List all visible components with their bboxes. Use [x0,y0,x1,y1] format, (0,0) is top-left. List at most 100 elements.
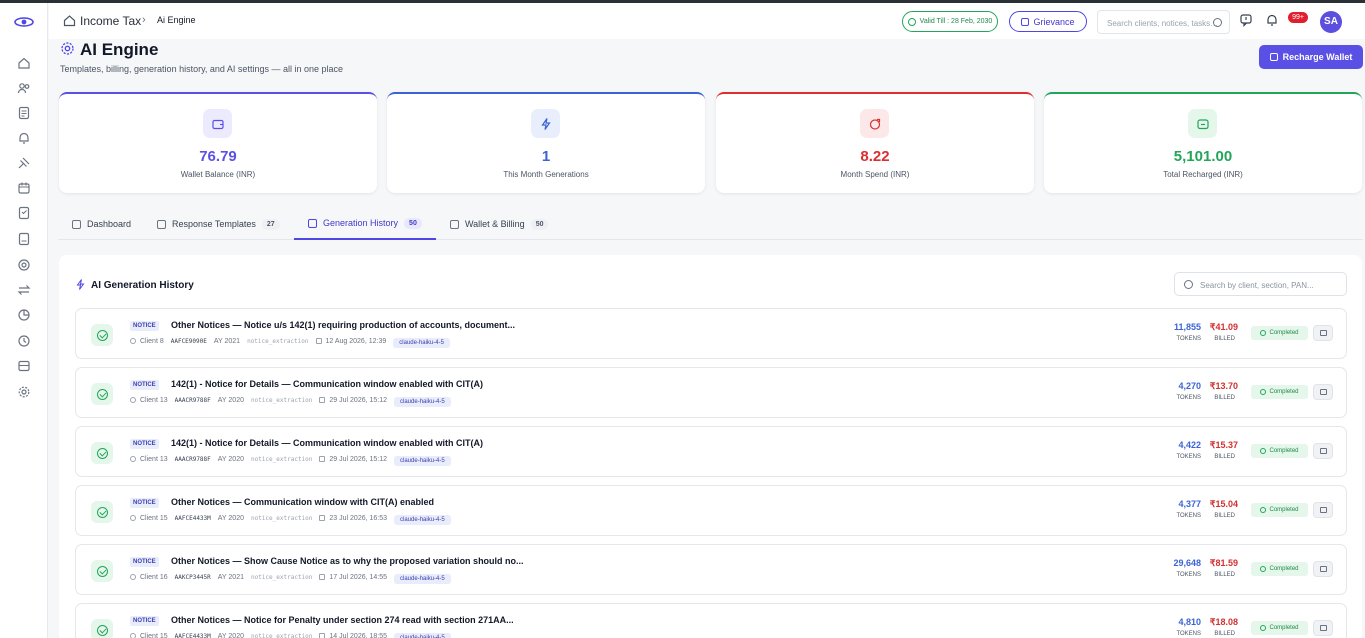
history-row[interactable]: NOTICE Other Notices — Notice u/s 142(1)… [75,308,1347,359]
sidebar-notes-icon[interactable] [14,203,34,223]
row-model-badge: claude-haiku-4-5 [393,337,450,348]
grievance-button[interactable]: Grievance [1009,11,1087,32]
view-details-button[interactable] [1313,443,1333,459]
row-billed-label: BILLED [1214,454,1235,460]
user-avatar[interactable]: SA [1320,11,1342,33]
row-date: 29 Jul 2026, 15:12 [329,396,388,404]
view-details-button[interactable] [1313,561,1333,577]
feedback-icon[interactable] [1239,13,1253,27]
sidebar-home-icon[interactable] [14,53,34,73]
status-badge: Completed [1251,621,1308,635]
history-row[interactable]: NOTICE Other Notices — Notice for Penalt… [75,603,1347,638]
success-check-icon [91,324,113,346]
sidebar-transfer-icon[interactable] [14,280,34,300]
view-details-button[interactable] [1313,325,1333,341]
status-label: Completed [1269,507,1299,513]
search-icon [1184,280,1193,289]
history-row[interactable]: NOTICE Other Notices — Communication win… [75,485,1347,536]
tab-response-templates[interactable]: Response Templates 27 [157,208,280,240]
sidebar-gavel-icon[interactable] [14,153,34,173]
sidebar-clock-icon[interactable] [14,331,34,351]
row-model-badge: claude-haiku-4-5 [394,514,451,525]
row-section: notice_extraction [250,514,313,522]
row-model-badge: claude-haiku-4-5 [394,396,451,407]
row-client: Client 15 [140,632,168,638]
stat-card-month-generations: 1 This Month Generations [387,92,705,193]
notice-tag: NOTICE [130,557,159,567]
view-details-button[interactable] [1313,384,1333,400]
sidebar-inbox-icon[interactable] [14,356,34,376]
row-billed-label: BILLED [1214,572,1235,578]
global-search-input[interactable]: Search clients, notices, tasks… [1097,10,1230,34]
check-circle-icon [1260,389,1267,395]
recharge-wallet-button[interactable]: Recharge Wallet [1259,45,1363,69]
sidebar-bell-icon[interactable] [14,128,34,148]
breadcrumb-separator: › [142,14,146,26]
row-title: Other Notices — Show Cause Notice as to … [171,556,524,566]
lightning-icon [308,218,317,228]
calendar-icon [319,633,326,638]
view-details-button[interactable] [1313,620,1333,636]
notification-count-badge: 99+ [1288,12,1308,23]
row-meta: Client 15 AAFCE4433M AY 2020 notice_extr… [130,631,451,638]
stat-label: Month Spend (INR) [840,170,910,179]
sidebar-calendar-icon[interactable] [14,178,34,198]
breadcrumb-income-tax[interactable]: Income Tax [80,14,141,28]
logo-eye-icon[interactable] [14,15,34,29]
row-model-badge: claude-haiku-4-5 [394,455,451,466]
calendar-icon [319,574,326,580]
row-billed-value: ₹81.59 [1209,558,1238,568]
history-row[interactable]: NOTICE 142(1) - Notice for Details — Com… [75,426,1347,477]
history-search-input[interactable]: Search by client, section, PAN... [1174,272,1347,296]
sidebar-documents-icon[interactable] [14,103,34,123]
stat-label: Total Recharged (INR) [1163,170,1243,179]
stat-value: 76.79 [199,148,237,165]
calendar-icon [315,338,322,344]
sidebar-chart-icon[interactable] [14,305,34,325]
wallet-icon [450,219,459,229]
sidebar-settings-icon[interactable] [14,382,34,402]
tab-generation-history[interactable]: Generation History 50 [294,208,436,240]
row-billed-value: ₹18.08 [1209,617,1238,627]
sidebar-users-icon[interactable] [14,78,34,98]
view-details-button[interactable] [1313,502,1333,518]
row-meta: Client 8 AAFCE9090E AY 2021 notice_extra… [130,336,450,348]
success-check-icon [91,501,113,523]
user-icon [130,397,136,403]
message-icon [1021,17,1030,26]
row-billed-label: BILLED [1214,631,1235,637]
tab-count-badge: 27 [261,218,280,230]
sidebar-target-icon[interactable] [14,255,34,275]
row-billed-label: BILLED [1214,513,1235,519]
sidebar [0,3,48,638]
row-meta: Client 13 AAACR9788F AY 2020 notice_extr… [130,454,451,466]
sidebar-file-icon[interactable] [14,229,34,249]
history-row[interactable]: NOTICE Other Notices — Show Cause Notice… [75,544,1347,595]
lightning-icon [76,279,85,290]
stat-value: 8.22 [860,148,890,165]
row-section: notice_extraction [250,455,313,463]
grievance-label: Grievance [1033,16,1075,27]
generation-history-panel: AI Generation History Search by client, … [59,255,1362,638]
status-label: Completed [1269,448,1299,454]
bell-icon[interactable] [1265,13,1279,27]
tab-dashboard[interactable]: Dashboard [72,208,131,240]
status-label: Completed [1269,330,1299,336]
home-icon[interactable] [63,14,76,27]
row-pan: AAFCE4433M [174,514,211,522]
row-pan: AAACR9788F [174,455,211,463]
history-row[interactable]: NOTICE 142(1) - Notice for Details — Com… [75,367,1347,418]
dashboard-icon [72,219,81,229]
global-search-placeholder: Search clients, notices, tasks… [1107,19,1219,28]
tab-wallet-billing[interactable]: Wallet & Billing 50 [450,208,549,240]
calendar-icon [319,515,326,521]
stat-card-month-spend: 8.22 Month Spend (INR) [716,92,1034,193]
row-date: 17 Jul 2026, 14:55 [329,573,388,581]
row-assessment-year: AY 2021 [213,337,241,345]
wallet-icon [203,109,232,138]
row-billed-value: ₹41.09 [1209,322,1238,332]
validity-text: Valid Till : 28 Feb, 2030 [919,18,993,25]
open-icon [1319,448,1327,454]
row-client: Client 15 [140,514,168,522]
success-check-icon [91,383,113,405]
